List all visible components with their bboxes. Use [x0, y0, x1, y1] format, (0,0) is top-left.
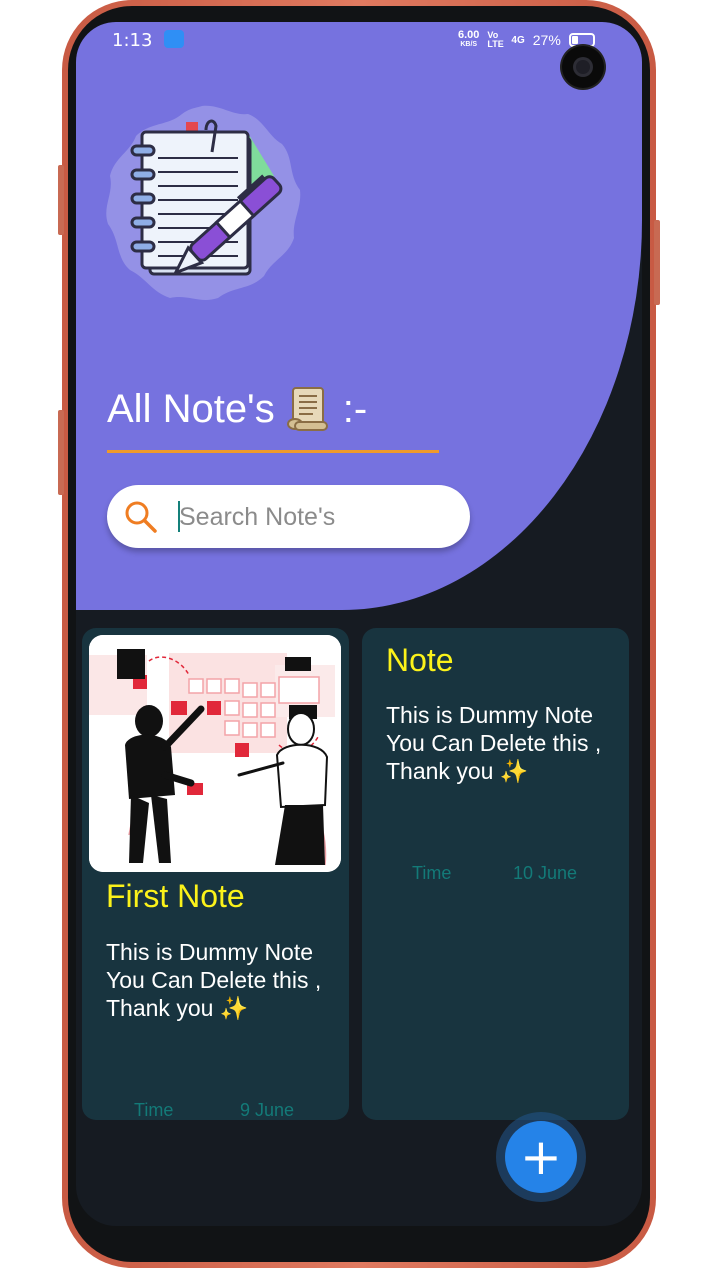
page-title-suffix: :- [342, 386, 368, 431]
add-note-button[interactable]: + [505, 1121, 577, 1193]
note-date: 10 June [513, 863, 578, 883]
front-camera [562, 46, 604, 88]
note-image [89, 635, 341, 872]
search-bar[interactable] [107, 485, 470, 548]
status-time: 1:13 [112, 30, 153, 51]
note-card[interactable]: First Note This is Dummy Note You Can De… [82, 628, 349, 1120]
note-title: First Note [106, 878, 245, 914]
brainstorm-illustration [89, 635, 341, 872]
title-underline [107, 450, 439, 453]
network-speed: 6.00 KB/S [458, 29, 480, 49]
page-title: All Note's :- [107, 386, 367, 432]
note-date: 9 June [240, 1100, 295, 1120]
note-time-label: Time [412, 863, 452, 883]
page-title-text: All Note's [107, 386, 275, 431]
note-body: This is Dummy Note You Can Delete this ,… [386, 702, 602, 784]
notebook-logo-icon [106, 105, 301, 300]
phone-side-button [654, 220, 660, 305]
scroll-icon [286, 387, 328, 431]
phone-side-button [58, 410, 64, 495]
phone-side-button [58, 165, 64, 235]
plus-icon: + [520, 1128, 562, 1186]
battery-icon [568, 33, 595, 47]
signal-icon: 4G [511, 34, 525, 46]
note-title: Note [386, 642, 454, 678]
volte-icon: Vo LTE [487, 30, 504, 49]
status-bar: 1:13 6.00 KB/S Vo LTE 4G 27% [76, 22, 642, 58]
battery-percent: 27% [532, 32, 561, 48]
app-screen: 1:13 6.00 KB/S Vo LTE 4G 27% All Note's … [76, 22, 642, 1226]
search-input[interactable] [179, 497, 449, 537]
android-notification-icon [164, 30, 184, 48]
note-body: This is Dummy Note You Can Delete this ,… [106, 939, 322, 1021]
note-time-label: Time [134, 1100, 174, 1120]
search-icon[interactable] [124, 500, 158, 534]
note-card[interactable]: Note This is Dummy Note You Can Delete t… [362, 628, 629, 1120]
